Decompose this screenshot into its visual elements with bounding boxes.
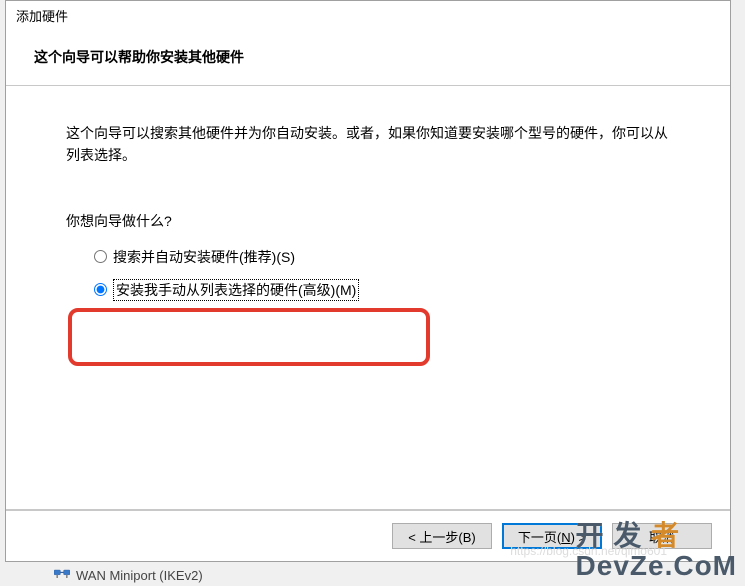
option-manual-row[interactable]: 安装我手动从列表选择的硬件(高级)(M): [94, 279, 670, 301]
background-item-label: WAN Miniport (IKEv2): [76, 568, 203, 583]
dialog-title: 添加硬件: [6, 1, 730, 29]
dialog-header: 这个向导可以帮助你安装其他硬件: [6, 29, 730, 85]
wizard-prompt: 你想向导做什么?: [66, 211, 670, 231]
option-auto-row[interactable]: 搜索并自动安装硬件(推荐)(S): [94, 247, 670, 267]
option-auto-label[interactable]: 搜索并自动安装硬件(推荐)(S): [113, 247, 295, 267]
option-manual-radio[interactable]: [94, 283, 107, 296]
next-suffix: ) >: [571, 530, 587, 545]
back-button[interactable]: < 上一步(B): [392, 523, 492, 549]
adapter-icon: [54, 567, 70, 584]
next-button[interactable]: 下一页(N) >: [502, 523, 602, 549]
dialog-heading: 这个向导可以帮助你安装其他硬件: [34, 47, 702, 67]
dialog-content: 这个向导可以搜索其他硬件并为你自动安装。或者，如果你知道要安装哪个型号的硬件，你…: [6, 86, 730, 509]
wizard-options: 搜索并自动安装硬件(推荐)(S) 安装我手动从列表选择的硬件(高级)(M): [66, 247, 670, 301]
next-prefix: 下一页(: [518, 530, 561, 545]
annotation-highlight: [68, 308, 430, 366]
cancel-button[interactable]: 取消: [612, 523, 712, 549]
next-key: N: [561, 530, 570, 545]
background-list-item: WAN Miniport (IKEv2): [54, 567, 203, 584]
wizard-description: 这个向导可以搜索其他硬件并为你自动安装。或者，如果你知道要安装哪个型号的硬件，你…: [66, 122, 670, 167]
option-auto-radio[interactable]: [94, 250, 107, 263]
add-hardware-dialog: 添加硬件 这个向导可以帮助你安装其他硬件 这个向导可以搜索其他硬件并为你自动安装…: [5, 0, 731, 562]
option-manual-label[interactable]: 安装我手动从列表选择的硬件(高级)(M): [113, 279, 359, 301]
dialog-footer: < 上一步(B) 下一页(N) > 取消: [6, 510, 730, 561]
